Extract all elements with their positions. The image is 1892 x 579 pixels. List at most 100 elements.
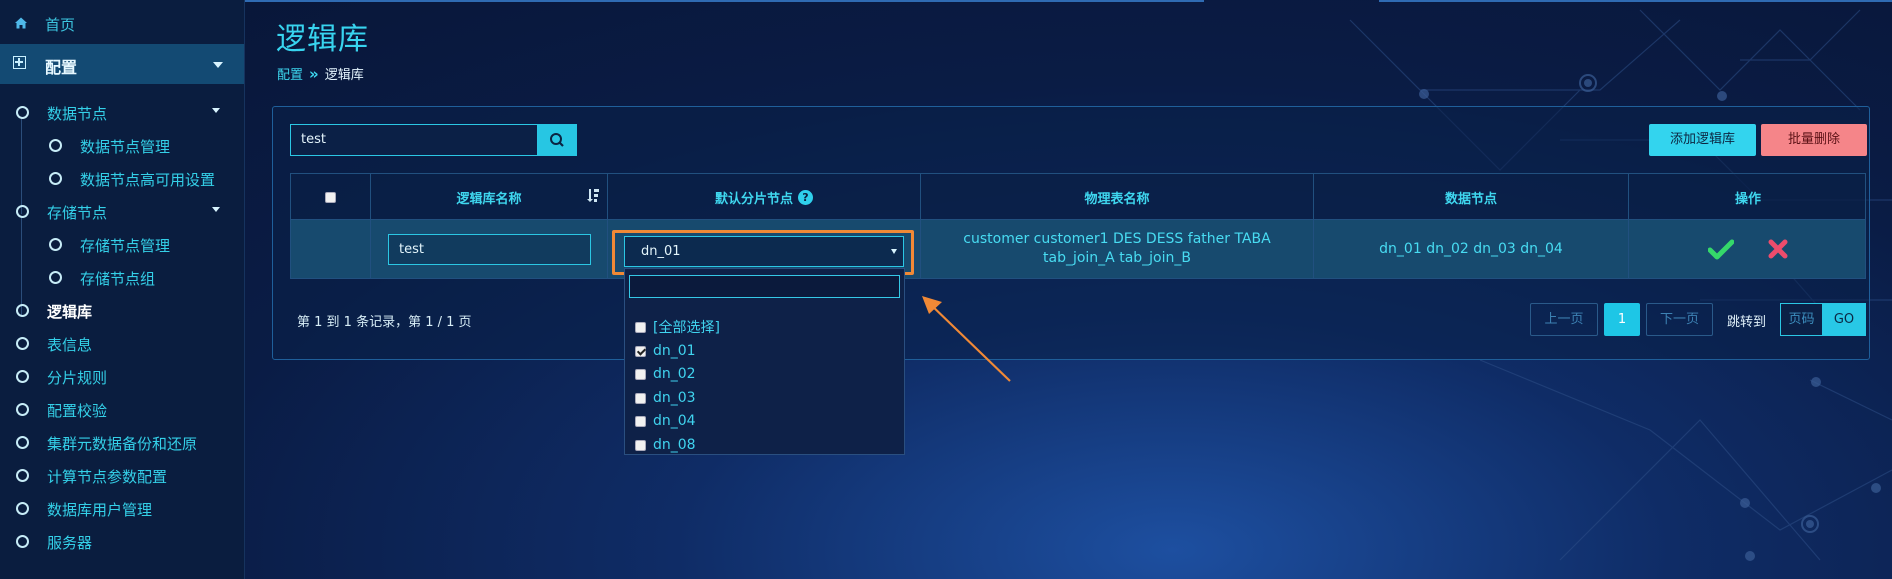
circle-bullet-icon — [16, 304, 29, 317]
sidebar-item-label: 存储节点管理 — [80, 237, 171, 255]
sidebar-item[interactable]: 数据节点管理 — [0, 131, 244, 159]
sidebar-item[interactable]: 计算节点参数配置 — [0, 461, 244, 489]
sidebar-item[interactable]: 数据节点高可用设置 — [0, 164, 244, 192]
record-info: 第 1 到 1 条记录，第 1 / 1 页 — [297, 315, 472, 330]
sidebar-item[interactable]: 表信息 — [0, 329, 244, 357]
sidebar-item[interactable]: 存储节点管理 — [0, 230, 244, 258]
header-label: 操作 — [1734, 192, 1761, 207]
plus-square-icon — [13, 56, 26, 69]
top-border-line — [244, 0, 1892, 2]
add-logic-db-button[interactable]: 添加逻辑库 — [1649, 124, 1756, 156]
search-button[interactable] — [538, 124, 577, 156]
sidebar-item-label: 存储节点组 — [80, 270, 156, 288]
option-checkbox[interactable] — [635, 415, 646, 427]
next-page-button[interactable]: 下一页 — [1646, 303, 1713, 336]
jump-to-label: 跳转到 — [1727, 315, 1767, 330]
page-title: 逻辑库 — [276, 22, 369, 57]
option-label: dn_08 — [653, 437, 696, 453]
sidebar-item-config[interactable]: 配置 — [0, 44, 244, 84]
option-label: dn_03 — [653, 390, 696, 406]
table-header: 逻辑库名称 默认分片节点 ? 物理表名称 数据节点 操作 — [290, 173, 1867, 221]
circle-bullet-icon — [49, 139, 62, 152]
name-edit-input[interactable]: test — [388, 234, 591, 265]
dropdown-option[interactable]: dn_01 — [635, 341, 696, 361]
circle-bullet-icon — [16, 436, 29, 449]
confirm-check-icon[interactable] — [1708, 238, 1734, 260]
sidebar-item-label: 表信息 — [47, 336, 93, 354]
row-select-cell — [291, 220, 371, 278]
prev-page-button[interactable]: 上一页 — [1530, 303, 1598, 336]
header-name[interactable]: 逻辑库名称 — [371, 174, 608, 221]
dropdown-option[interactable]: dn_03 — [635, 388, 696, 408]
dropdown-option[interactable]: dn_08 — [635, 435, 696, 455]
page-number-input[interactable]: 页码 — [1780, 303, 1823, 336]
dropdown-option[interactable]: [全部选择] — [635, 317, 720, 337]
option-label: dn_04 — [653, 413, 696, 429]
sidebar-item[interactable]: 配置校验 — [0, 395, 244, 423]
option-checkbox[interactable] — [635, 345, 646, 357]
sidebar-item[interactable]: 分片规则 — [0, 362, 244, 390]
circle-bullet-icon — [16, 403, 29, 416]
sidebar-item[interactable]: 逻辑库 — [0, 296, 244, 324]
option-checkbox[interactable] — [635, 368, 646, 380]
sidebar-item-label: 数据节点 — [47, 105, 108, 123]
caret-down-icon — [891, 249, 897, 254]
dropdown-option[interactable]: dn_02 — [635, 364, 696, 384]
option-checkbox[interactable] — [635, 392, 646, 404]
sidebar-item-label: 逻辑库 — [47, 303, 93, 321]
sidebar-item-label: 数据节点管理 — [80, 138, 171, 156]
row-actions-cell — [1629, 220, 1867, 278]
breadcrumb-current: 逻辑库 — [324, 68, 364, 83]
header-label: 物理表名称 — [1084, 192, 1150, 207]
option-checkbox[interactable] — [635, 321, 646, 333]
circle-bullet-icon — [16, 469, 29, 482]
circle-bullet-icon — [16, 502, 29, 515]
sidebar-item-label: 首页 — [45, 16, 76, 34]
sidebar-item[interactable]: 存储节点组 — [0, 263, 244, 291]
sidebar-item-home[interactable]: 首页 — [0, 8, 244, 38]
header-physical-tables: 物理表名称 — [921, 174, 1314, 221]
sidebar-item[interactable]: 数据库用户管理 — [0, 494, 244, 522]
default-node-select-value: dn_01 — [641, 244, 681, 259]
option-checkbox[interactable] — [635, 439, 646, 451]
header-label: 数据节点 — [1444, 192, 1497, 207]
header-data-nodes: 数据节点 — [1314, 174, 1629, 221]
sidebar-item-label: 服务器 — [47, 534, 93, 552]
home-icon — [15, 17, 27, 29]
search-input[interactable]: test — [290, 124, 538, 156]
current-page-button[interactable]: 1 — [1604, 303, 1640, 336]
sidebar-item-label: 配置 — [45, 58, 78, 77]
sidebar-item[interactable]: 集群元数据备份和还原 — [0, 428, 244, 456]
node-multiselect-dropdown: [全部选择] dn_01 dn_02 dn_03 dn_04 dn_08 — [624, 268, 905, 455]
batch-delete-button[interactable]: 批量删除 — [1761, 124, 1867, 156]
sidebar-item-label: 数据节点高可用设置 — [80, 171, 216, 189]
option-label: [全部选择] — [653, 320, 720, 336]
header-label: 逻辑库名称 — [456, 192, 522, 207]
row-physical-tables: customer customer1 DES DESS father TABA … — [921, 220, 1314, 278]
go-button[interactable]: GO — [1822, 303, 1866, 336]
circle-bullet-icon — [16, 535, 29, 548]
select-all-checkbox[interactable] — [325, 192, 336, 203]
circle-bullet-icon — [16, 370, 29, 383]
header-select-all — [291, 174, 371, 221]
header-label: 默认分片节点 — [714, 192, 793, 207]
breadcrumb-config-link[interactable]: 配置 — [277, 64, 303, 83]
sidebar-item[interactable]: 服务器 — [0, 527, 244, 555]
chevron-down-icon — [212, 108, 220, 113]
row-data-nodes: dn_01 dn_02 dn_03 dn_04 — [1314, 220, 1629, 278]
sidebar-item[interactable]: 数据节点 — [0, 98, 244, 126]
sidebar-item-label: 存储节点 — [47, 204, 108, 222]
header-actions: 操作 — [1629, 174, 1867, 221]
circle-bullet-icon — [49, 271, 62, 284]
annotation-arrow — [922, 296, 1011, 382]
search-icon — [550, 133, 564, 147]
sidebar-item[interactable]: 存储节点 — [0, 197, 244, 225]
dropdown-search-input[interactable] — [629, 275, 900, 298]
help-icon[interactable]: ? — [798, 190, 813, 205]
dropdown-option[interactable]: dn_04 — [635, 411, 696, 431]
sidebar-item-label: 分片规则 — [47, 369, 108, 387]
cancel-x-icon[interactable] — [1768, 239, 1788, 259]
chevron-down-icon — [213, 62, 223, 68]
sort-icon[interactable] — [585, 187, 601, 203]
default-node-select[interactable]: dn_01 — [624, 236, 904, 267]
